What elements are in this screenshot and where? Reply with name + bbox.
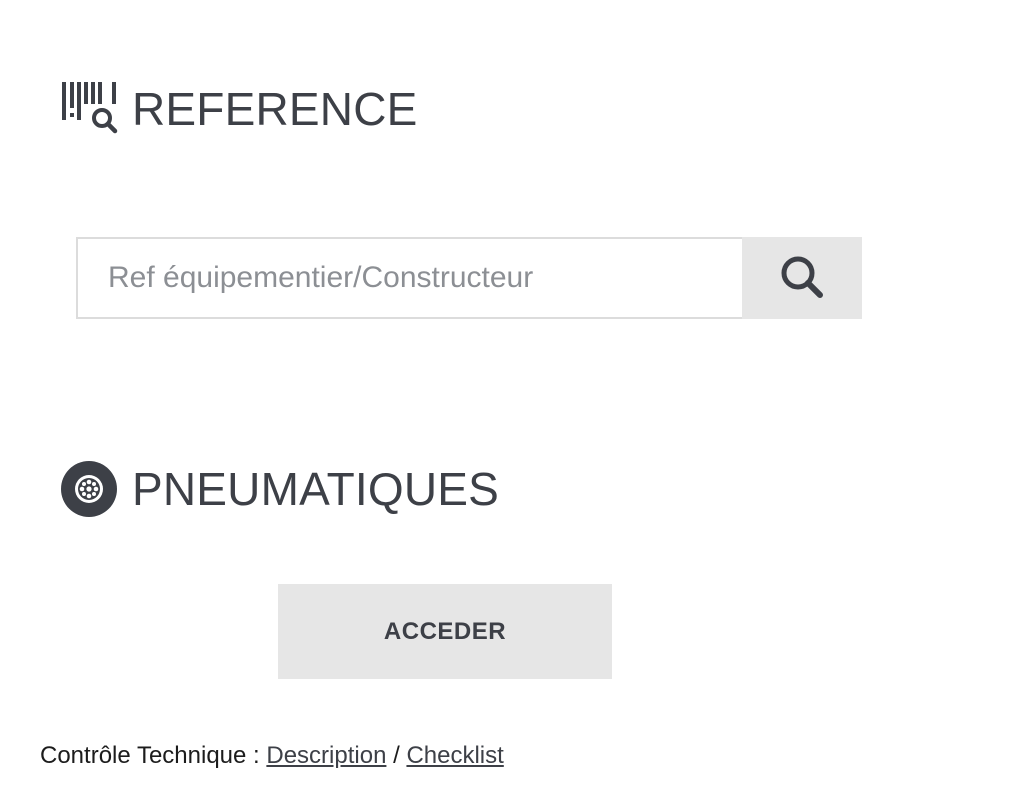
search-icon xyxy=(777,252,827,305)
barcode-search-icon xyxy=(60,80,118,138)
reference-title-text: REFERENCE xyxy=(132,83,418,135)
reference-search-input[interactable] xyxy=(76,237,742,319)
checklist-link[interactable]: Checklist xyxy=(406,742,503,769)
search-button[interactable] xyxy=(742,237,862,319)
tyres-section-title: PNEUMATIQUES xyxy=(60,460,499,518)
description-link[interactable]: Description xyxy=(266,742,386,769)
technical-inspection-label: Contrôle Technique : xyxy=(40,742,267,769)
reference-search-bar xyxy=(76,237,862,319)
access-button[interactable]: ACCEDER xyxy=(278,584,612,679)
reference-section-title: REFERENCE xyxy=(60,80,418,138)
technical-inspection-links: Contrôle Technique : Description / Check… xyxy=(40,742,504,770)
tyres-title-text: PNEUMATIQUES xyxy=(132,463,500,515)
wheel-icon xyxy=(60,460,118,518)
link-separator: / xyxy=(386,742,407,769)
